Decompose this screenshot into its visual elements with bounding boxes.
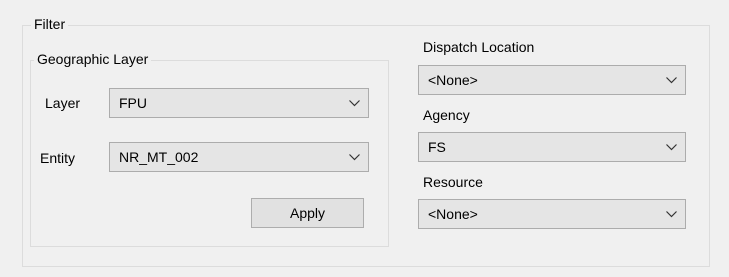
apply-button[interactable]: Apply — [251, 198, 364, 228]
chevron-down-icon — [666, 211, 677, 218]
resource-select[interactable]: <None> — [418, 199, 686, 229]
entity-select-value: NR_MT_002 — [119, 149, 199, 165]
agency-label: Agency — [423, 107, 470, 123]
filter-group-title: Filter — [31, 16, 69, 32]
chevron-down-icon — [349, 100, 360, 107]
resource-label: Resource — [423, 174, 483, 190]
agency-select-value: FS — [428, 139, 446, 155]
layer-select[interactable]: FPU — [109, 88, 369, 118]
layer-label: Layer — [45, 95, 81, 111]
dispatch-location-select[interactable]: <None> — [418, 65, 686, 95]
agency-select[interactable]: FS — [418, 132, 686, 162]
chevron-down-icon — [666, 77, 677, 84]
chevron-down-icon — [349, 154, 360, 161]
entity-label: Entity — [40, 150, 76, 166]
entity-select[interactable]: NR_MT_002 — [109, 142, 369, 172]
layer-select-value: FPU — [119, 95, 147, 111]
dispatch-location-label: Dispatch Location — [423, 39, 535, 55]
dispatch-location-select-value: <None> — [428, 72, 478, 88]
chevron-down-icon — [666, 144, 677, 151]
resource-select-value: <None> — [428, 206, 478, 222]
geographic-layer-group-title: Geographic Layer — [34, 51, 152, 67]
